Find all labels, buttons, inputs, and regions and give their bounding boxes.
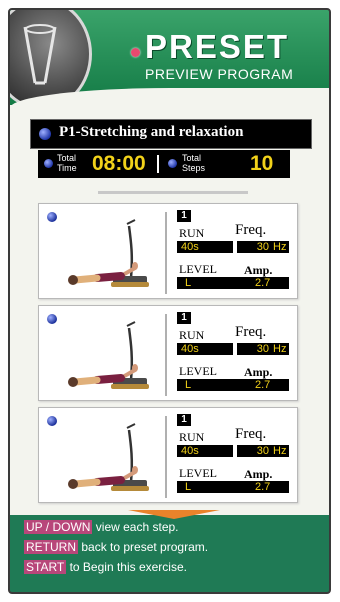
card-divider [165,314,167,396]
amp-label: Amp. [244,467,273,481]
up-down-key-label: UP / DOWN [24,520,93,534]
start-key-label: START [24,560,67,574]
step-number-badge: 1 [177,414,191,426]
level-amp-values: L 2.7 [177,481,289,493]
stretching-pose-icon [68,219,149,287]
card-divider [165,416,167,498]
step-number-badge: 1 [177,210,191,222]
stretching-pose-icon [68,423,149,491]
amp-value: 2.7 [255,277,271,289]
amp-label: Amp. [244,365,273,379]
preview-screen: PRESET PREVIEW PROGRAM P1-Stretching and… [8,8,331,594]
step-bullet-icon [47,314,57,324]
level-value: L [185,277,192,289]
start-help-text: to Begin this exercise. [69,560,187,574]
run-label: RUN [179,430,205,444]
help-panel: UP / DOWN view each step. RETURN back to… [10,520,329,592]
total-time-label-top: Total [57,153,77,163]
totals-divider [157,155,159,173]
help-line-up-down: UP / DOWN view each step. [24,520,179,534]
amp-label: Amp. [244,263,273,277]
total-time-bullet-icon [44,159,53,168]
step-number-badge: 1 [177,312,191,324]
header: PRESET PREVIEW PROGRAM [10,10,329,110]
total-steps-label-bottom: Steps [182,163,206,173]
program-name: P1-Stretching and relaxation [59,124,244,140]
total-steps-label-top: Total [182,153,202,163]
total-time-value: 08:00 [92,152,146,175]
amp-value: 2.7 [255,379,271,391]
program-totals: Total Time 08:00 Total Steps 10 [38,150,290,178]
program-name-bar: P1-Stretching and relaxation [30,119,312,149]
total-time-label: Total Time [57,153,77,173]
freq-unit: Hz [271,241,289,253]
total-steps-bullet-icon [168,159,177,168]
amp-value: 2.7 [255,481,271,493]
return-help-text: back to preset program. [81,540,209,554]
help-line-return: RETURN back to preset program. [24,540,208,554]
page-subtitle: PREVIEW PROGRAM [145,66,294,82]
card-divider [165,212,167,294]
run-value: 40s [177,241,233,253]
page-title: PRESET [145,28,290,65]
run-value: 40s [177,445,233,457]
total-steps-value: 10 [250,152,274,175]
freq-label: Freq. [235,324,267,340]
run-label: RUN [179,328,205,342]
up-down-help-text: view each step. [95,520,179,534]
program-bullet-icon [39,128,51,140]
level-label: LEVEL [179,364,217,378]
step-bullet-icon [47,212,57,222]
level-label: LEVEL [179,466,217,480]
return-key-label: RETURN [24,540,78,554]
run-value: 40s [177,343,233,355]
step-bullet-icon [47,416,57,426]
level-label: LEVEL [179,262,217,276]
freq-unit: Hz [271,445,289,457]
run-label: RUN [179,226,205,240]
step-card[interactable]: 1 RUN Freq. 40s 30 Hz LEVEL Amp. L 2.7 [38,305,298,401]
total-steps-label: Total Steps [182,153,205,173]
scroll-down-arrow-icon[interactable] [128,510,220,519]
total-time-label-bottom: Time [57,163,77,173]
freq-label: Freq. [235,222,267,238]
level-amp-values: L 2.7 [177,277,289,289]
program-preview: P1-Stretching and relaxation Total Time … [10,105,329,519]
level-value: L [185,481,192,493]
level-value: L [185,379,192,391]
title-bullet-icon [131,48,140,57]
step-card[interactable]: 1 RUN Freq. 40s 30 Hz LEVEL Amp. L 2.7 [38,203,298,299]
level-amp-values: L 2.7 [177,379,289,391]
help-line-start: START to Begin this exercise. [24,560,187,574]
freq-label: Freq. [235,426,267,442]
freq-unit: Hz [271,343,289,355]
stretching-pose-icon [68,321,149,389]
section-divider [98,191,248,194]
step-card[interactable]: 1 RUN Freq. 40s 30 Hz LEVEL Amp. L 2.7 [38,407,298,503]
